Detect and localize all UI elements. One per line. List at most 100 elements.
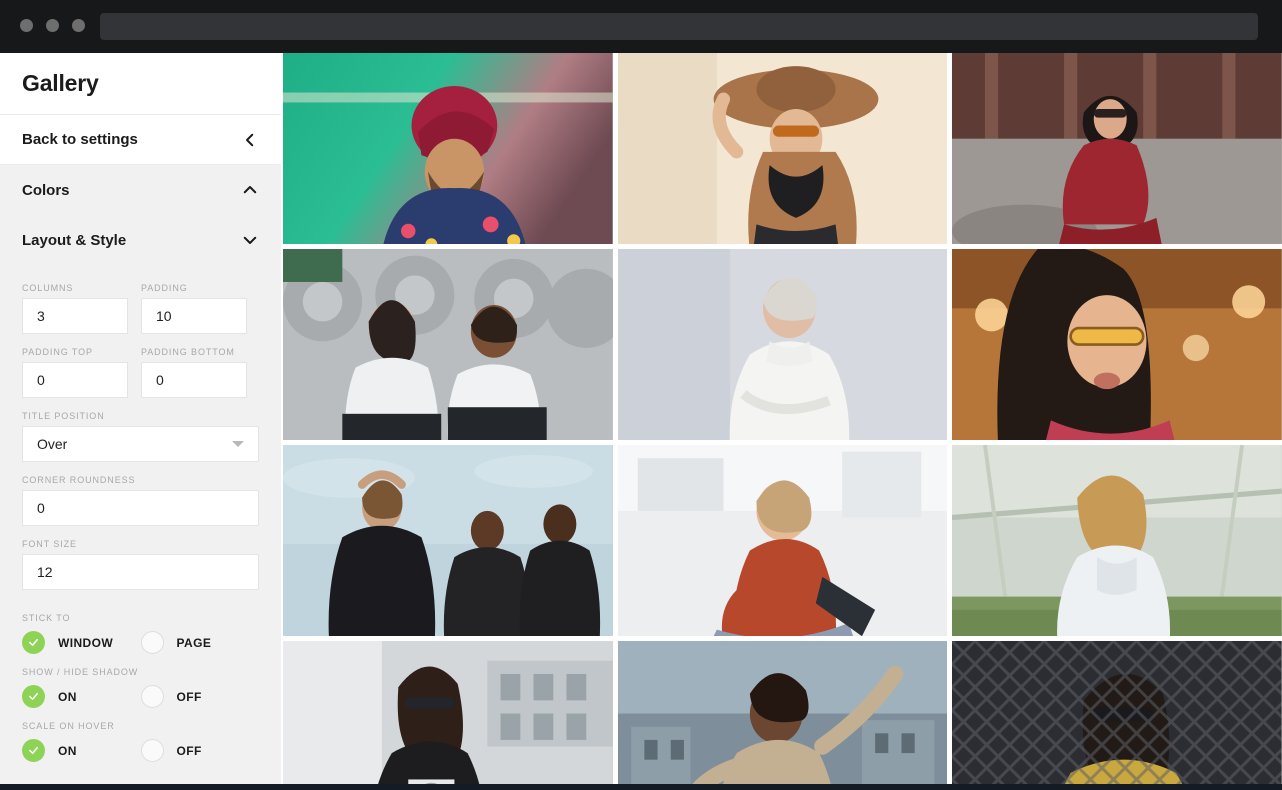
photo-thumbnail — [952, 53, 1282, 244]
radio-shadow-on-label: ON — [58, 689, 77, 704]
radio-stick-to-page-label: PAGE — [176, 635, 212, 650]
radio-scale-on[interactable]: ON — [22, 739, 141, 762]
toggle-stick-to: STICK TO WINDOW PAGE — [22, 613, 259, 654]
gallery-item[interactable] — [283, 249, 613, 440]
radio-shadow-off[interactable]: OFF — [140, 685, 260, 708]
window-bottom-edge — [0, 784, 1282, 790]
gallery-item[interactable] — [283, 445, 613, 636]
photo-thumbnail — [283, 249, 613, 440]
field-corner-roundness: CORNER ROUNDNESS 0 — [22, 475, 259, 526]
toggle-stick-to-label: STICK TO — [22, 613, 71, 623]
title-position-select[interactable]: Over — [22, 426, 259, 462]
field-padding: PADDING 10 — [141, 283, 247, 334]
browser-chrome — [0, 0, 1282, 53]
photo-thumbnail — [952, 249, 1282, 440]
gallery-item[interactable] — [617, 641, 948, 790]
radio-unselected-icon — [140, 739, 164, 762]
field-columns: COLUMNS 3 — [22, 283, 128, 334]
radio-unselected-icon — [140, 631, 164, 654]
field-padding-top-label: PADDING TOP — [22, 347, 93, 357]
traffic-light-dots — [20, 19, 85, 32]
section-colors-label: Colors — [22, 181, 70, 199]
radio-stick-to-window-label: WINDOW — [58, 635, 114, 650]
section-layout-style[interactable]: Layout & Style — [0, 215, 281, 265]
photo-thumbnail — [617, 53, 948, 244]
font-size-input[interactable]: 12 — [22, 554, 259, 590]
radio-selected-icon — [22, 685, 45, 708]
sidebar-header: Gallery — [0, 53, 281, 115]
minimize-dot-icon[interactable] — [46, 19, 59, 32]
field-title-position: TITLE POSITION Over — [22, 411, 259, 462]
app-shell: Gallery Back to settings Colors Layout &… — [0, 53, 1282, 790]
radio-scale-off-label: OFF — [176, 743, 202, 758]
check-icon — [29, 638, 38, 647]
section-layout-style-label: Layout & Style — [22, 231, 127, 249]
gallery-item[interactable] — [283, 641, 613, 790]
radio-stick-to-window[interactable]: WINDOW — [22, 631, 141, 654]
address-bar[interactable] — [100, 13, 1258, 40]
photo-thumbnail — [952, 641, 1282, 790]
padding-top-input[interactable]: 0 — [22, 362, 128, 398]
radio-selected-icon — [22, 631, 45, 654]
gallery-item[interactable] — [283, 53, 613, 244]
title-position-value: Over — [37, 436, 68, 452]
chevron-left-icon — [246, 133, 254, 146]
radio-shadow-on[interactable]: ON — [22, 685, 141, 708]
photo-thumbnail — [283, 445, 613, 636]
radio-stick-to-page[interactable]: PAGE — [140, 631, 260, 654]
radio-scale-on-label: ON — [58, 743, 77, 758]
padding-top-bottom-row: PADDING TOP 0 PADDING BOTTOM 0 — [22, 347, 259, 411]
check-icon — [29, 692, 38, 701]
gallery-item[interactable] — [952, 445, 1282, 636]
field-font-size-label: FONT SIZE — [22, 539, 77, 549]
photo-thumbnail — [617, 249, 948, 440]
section-colors[interactable]: Colors — [0, 165, 281, 215]
field-padding-bottom: PADDING BOTTOM 0 — [141, 347, 247, 398]
gallery-item[interactable] — [617, 249, 948, 440]
toggle-stick-to-options: WINDOW PAGE — [22, 631, 259, 654]
columns-padding-row: COLUMNS 3 PADDING 10 — [22, 283, 259, 347]
radio-scale-off[interactable]: OFF — [140, 739, 260, 762]
toggle-show-hide-shadow-options: ON OFF — [22, 685, 259, 708]
gallery-item[interactable] — [617, 445, 948, 636]
photo-thumbnail — [283, 53, 613, 244]
toggle-show-hide-shadow-label: SHOW / HIDE SHADOW — [22, 667, 139, 677]
toggle-scale-on-hover-options: ON OFF — [22, 739, 259, 762]
gallery-item[interactable] — [952, 53, 1282, 244]
maximize-dot-icon[interactable] — [72, 19, 85, 32]
chevron-down-icon — [243, 236, 257, 244]
radio-selected-icon — [22, 739, 45, 762]
field-corner-roundness-label: CORNER ROUNDNESS — [22, 475, 136, 485]
field-padding-top: PADDING TOP 0 — [22, 347, 128, 398]
toggle-scale-on-hover: SCALE ON HOVER ON OFF — [22, 721, 259, 762]
gallery-item[interactable] — [952, 249, 1282, 440]
settings-form: COLUMNS 3 PADDING 10 PADDING TOP 0 PADDI… — [0, 265, 281, 762]
back-to-settings-link[interactable]: Back to settings — [0, 115, 281, 165]
toggle-show-hide-shadow: SHOW / HIDE SHADOW ON OFF — [22, 667, 259, 708]
field-columns-label: COLUMNS — [22, 283, 74, 293]
photo-thumbnail — [952, 445, 1282, 636]
check-icon — [29, 746, 38, 755]
field-padding-label: PADDING — [141, 283, 188, 293]
chevron-up-icon — [243, 186, 257, 194]
padding-bottom-input[interactable]: 0 — [141, 362, 247, 398]
photo-thumbnail — [283, 641, 613, 790]
gallery-grid — [283, 53, 1282, 790]
columns-input[interactable]: 3 — [22, 298, 128, 334]
toggle-scale-on-hover-label: SCALE ON HOVER — [22, 721, 115, 731]
photo-thumbnail — [617, 445, 948, 636]
gallery-item[interactable] — [952, 641, 1282, 790]
field-title-position-label: TITLE POSITION — [22, 411, 105, 421]
padding-input[interactable]: 10 — [141, 298, 247, 334]
close-dot-icon[interactable] — [20, 19, 33, 32]
field-font-size: FONT SIZE 12 — [22, 539, 259, 590]
field-padding-bottom-label: PADDING BOTTOM — [141, 347, 235, 357]
app-root: Gallery Back to settings Colors Layout &… — [0, 0, 1282, 790]
photo-thumbnail — [617, 641, 948, 790]
radio-unselected-icon — [140, 685, 164, 708]
gallery-item[interactable] — [617, 53, 948, 244]
back-to-settings-label: Back to settings — [22, 131, 138, 148]
radio-shadow-off-label: OFF — [176, 689, 202, 704]
corner-roundness-input[interactable]: 0 — [22, 490, 259, 526]
